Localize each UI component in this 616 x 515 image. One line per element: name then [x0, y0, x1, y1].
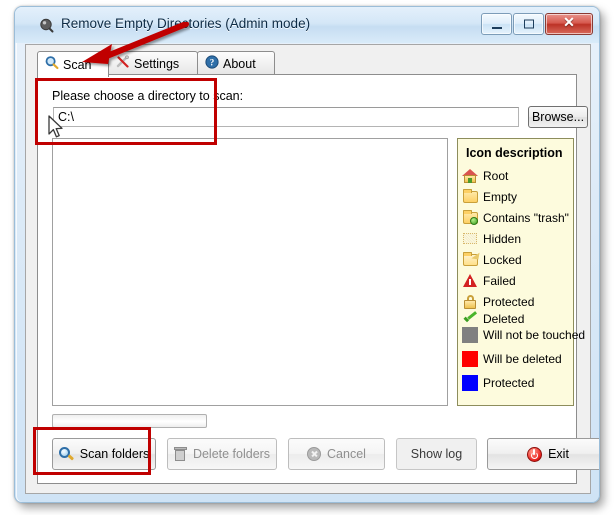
tab-about-label: About: [223, 56, 256, 71]
legend-label-root: Root: [483, 168, 509, 183]
directory-path-input[interactable]: [53, 107, 519, 127]
tab-about[interactable]: ? About: [197, 51, 275, 75]
cancel-button[interactable]: Cancel: [288, 438, 385, 470]
blue-swatch-icon: [462, 375, 478, 391]
tab-settings-label: Settings: [134, 56, 180, 71]
browse-button[interactable]: Browse...: [528, 106, 588, 128]
padlock-icon: [462, 294, 478, 310]
scan-progress-bar: [52, 414, 207, 428]
legend-label-protected-icon: Protected: [483, 294, 535, 309]
legend-row-protected-icon: Protected: [462, 291, 575, 312]
legend-row-failed: Failed: [462, 270, 575, 291]
delete-folders-button[interactable]: Delete folders: [167, 438, 277, 470]
window-controls: ✕: [481, 13, 593, 35]
tab-strip: Scan Settings ? About: [37, 51, 577, 77]
house-icon: [462, 168, 478, 184]
legend-label-empty: Empty: [483, 189, 518, 204]
power-icon: [527, 446, 543, 462]
magnifier-icon: [45, 56, 59, 73]
magnifier-icon: [58, 446, 74, 462]
exit-button[interactable]: Exit: [487, 438, 599, 470]
directory-group-label: Please choose a directory to scan:: [52, 89, 244, 103]
warning-triangle-icon: [462, 273, 478, 289]
folder-hidden-icon: [462, 231, 478, 247]
svg-text:?: ?: [210, 58, 215, 68]
legend-row-contains-trash: Contains "trash": [462, 207, 575, 228]
red-swatch-icon: [462, 351, 478, 367]
legend-row-empty: Empty: [462, 186, 575, 207]
tab-scan-label: Scan: [63, 57, 92, 72]
scan-folders-label: Scan folders: [79, 447, 150, 461]
legend-row-will-be-deleted: Will be deleted: [462, 347, 575, 371]
legend-label-will-be-deleted: Will be deleted: [483, 352, 562, 366]
show-log-button[interactable]: Show log: [396, 438, 477, 470]
maximize-button[interactable]: [513, 13, 544, 35]
screenshot-root: Remove Empty Directories (Admin mode) ✕: [0, 0, 616, 515]
folder-plus-icon: [462, 209, 478, 226]
grey-swatch-icon: [462, 327, 478, 343]
folder-locked-icon: [462, 250, 480, 268]
legend-row-root: Root: [462, 165, 575, 186]
scan-tab-panel: Please choose a directory to scan: Brows…: [37, 74, 599, 484]
legend-label-will-not-be-touched: Will not be touched: [483, 328, 586, 342]
title-bar[interactable]: Remove Empty Directories (Admin mode) ✕: [15, 7, 599, 43]
trash-icon: [173, 447, 187, 461]
icon-description-title: Icon description: [466, 146, 563, 160]
legend-label-failed: Failed: [483, 273, 516, 288]
app-icon: [39, 18, 54, 33]
scan-folders-button[interactable]: Scan folders: [52, 438, 156, 470]
legend-row-will-not-be-touched: Will not be touched: [462, 323, 585, 347]
application-window: Remove Empty Directories (Admin mode) ✕: [14, 6, 600, 503]
icon-description-panel: Icon description Root Empty Contains "tr…: [457, 138, 585, 406]
client-area: Scan Settings ? About Please choose a di…: [25, 44, 599, 494]
directory-group: Please choose a directory to scan: Brows…: [52, 89, 588, 130]
icon-description-rows: Root Empty Contains "trash" Hidden Locke…: [462, 165, 585, 395]
window-title: Remove Empty Directories (Admin mode): [61, 16, 311, 31]
legend-row-protected-swatch: Protected: [462, 371, 575, 395]
tools-icon: [116, 55, 130, 72]
close-icon: ✕: [563, 16, 575, 31]
legend-label-protected-swatch: Protected: [483, 376, 535, 390]
cancel-label: Cancel: [327, 447, 366, 461]
directory-tree-list[interactable]: [52, 138, 448, 406]
minimize-button[interactable]: [481, 13, 512, 35]
minimize-icon: [491, 27, 502, 29]
legend-label-locked: Locked: [483, 252, 522, 267]
action-button-row: Scan folders Delete folders Cancel Show …: [52, 438, 599, 472]
legend-row-locked: Locked: [462, 249, 575, 270]
legend-row-hidden: Hidden: [462, 228, 575, 249]
cancel-icon: [307, 447, 322, 461]
exit-label: Exit: [548, 447, 569, 461]
delete-folders-label: Delete folders: [192, 447, 271, 461]
legend-label-hidden: Hidden: [483, 231, 522, 246]
question-mark-icon: ?: [205, 55, 219, 72]
tab-scan[interactable]: Scan: [37, 51, 109, 77]
folder-icon: [462, 188, 478, 205]
close-button[interactable]: ✕: [545, 13, 593, 35]
maximize-icon: [523, 19, 534, 29]
tab-settings[interactable]: Settings: [108, 51, 198, 75]
legend-label-contains-trash: Contains "trash": [483, 210, 569, 225]
show-log-label: Show log: [410, 447, 463, 461]
